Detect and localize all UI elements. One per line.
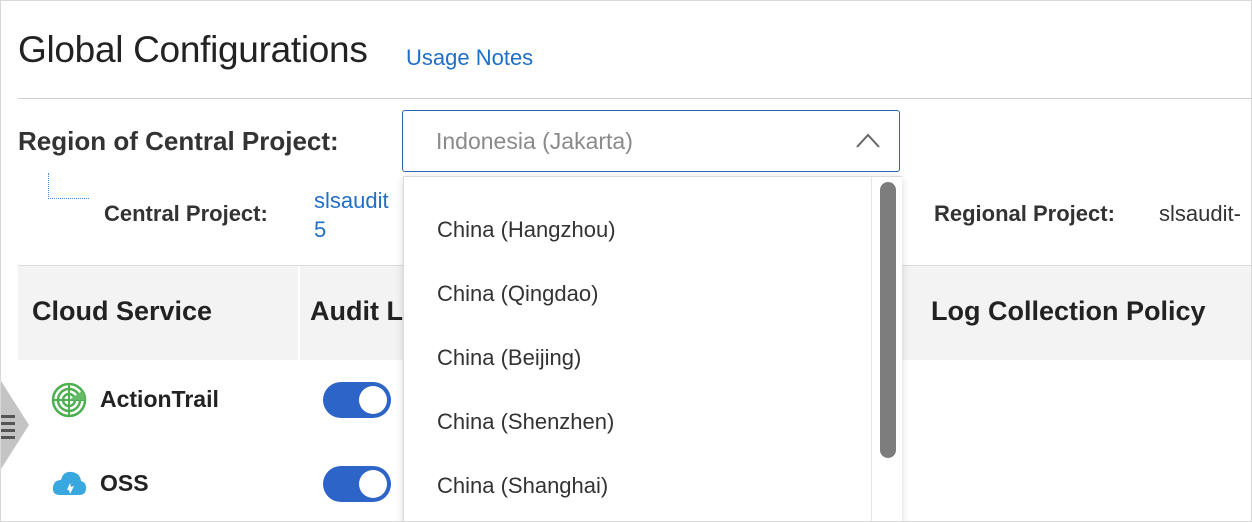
oss-cloud-icon bbox=[52, 471, 86, 495]
toggle-knob bbox=[359, 470, 387, 498]
region-dropdown-menu: China (Hangzhou) China (Qingdao) China (… bbox=[403, 176, 902, 521]
region-option-qingdao[interactable]: China (Qingdao) bbox=[437, 281, 598, 307]
column-header-audit-log: Audit L bbox=[310, 296, 403, 326]
service-name: OSS bbox=[100, 470, 149, 496]
region-option-shanghai[interactable]: China (Shanghai) bbox=[437, 473, 608, 499]
audit-log-toggle[interactable] bbox=[323, 466, 391, 502]
region-option-hangzhou[interactable]: China (Hangzhou) bbox=[437, 217, 616, 243]
column-header-cloud-service: Cloud Service bbox=[32, 296, 213, 326]
page-title: Global Configurations bbox=[18, 29, 368, 70]
regional-project-value: slsaudit- bbox=[1159, 201, 1241, 226]
dropdown-scrollbar[interactable] bbox=[871, 177, 902, 521]
column-divider bbox=[298, 266, 300, 360]
divider bbox=[18, 98, 1251, 99]
region-option-shenzhen[interactable]: China (Shenzhen) bbox=[437, 409, 614, 435]
usage-notes-link[interactable]: Usage Notes bbox=[406, 45, 533, 71]
central-project-label: Central Project: bbox=[104, 201, 268, 226]
region-select[interactable]: Indonesia (Jakarta) bbox=[402, 110, 900, 172]
column-header-log-collection-policy: Log Collection Policy bbox=[931, 296, 1206, 326]
central-project-link[interactable]: slsaudit 5 bbox=[314, 186, 404, 244]
side-menu-tab[interactable] bbox=[1, 381, 29, 469]
tree-connector bbox=[48, 173, 89, 199]
region-label: Region of Central Project: bbox=[18, 126, 339, 156]
chevron-up-icon bbox=[856, 133, 880, 148]
actiontrail-icon bbox=[51, 382, 87, 418]
toggle-knob bbox=[359, 386, 387, 414]
service-name: ActionTrail bbox=[100, 386, 219, 412]
global-configurations-panel: Global Configurations Usage Notes Region… bbox=[0, 0, 1252, 522]
regional-project-label: Regional Project: bbox=[934, 201, 1115, 226]
region-select-value: Indonesia (Jakarta) bbox=[436, 128, 633, 154]
scrollbar-thumb[interactable] bbox=[880, 182, 896, 458]
region-option-beijing[interactable]: China (Beijing) bbox=[437, 345, 581, 371]
audit-log-toggle[interactable] bbox=[323, 382, 391, 418]
